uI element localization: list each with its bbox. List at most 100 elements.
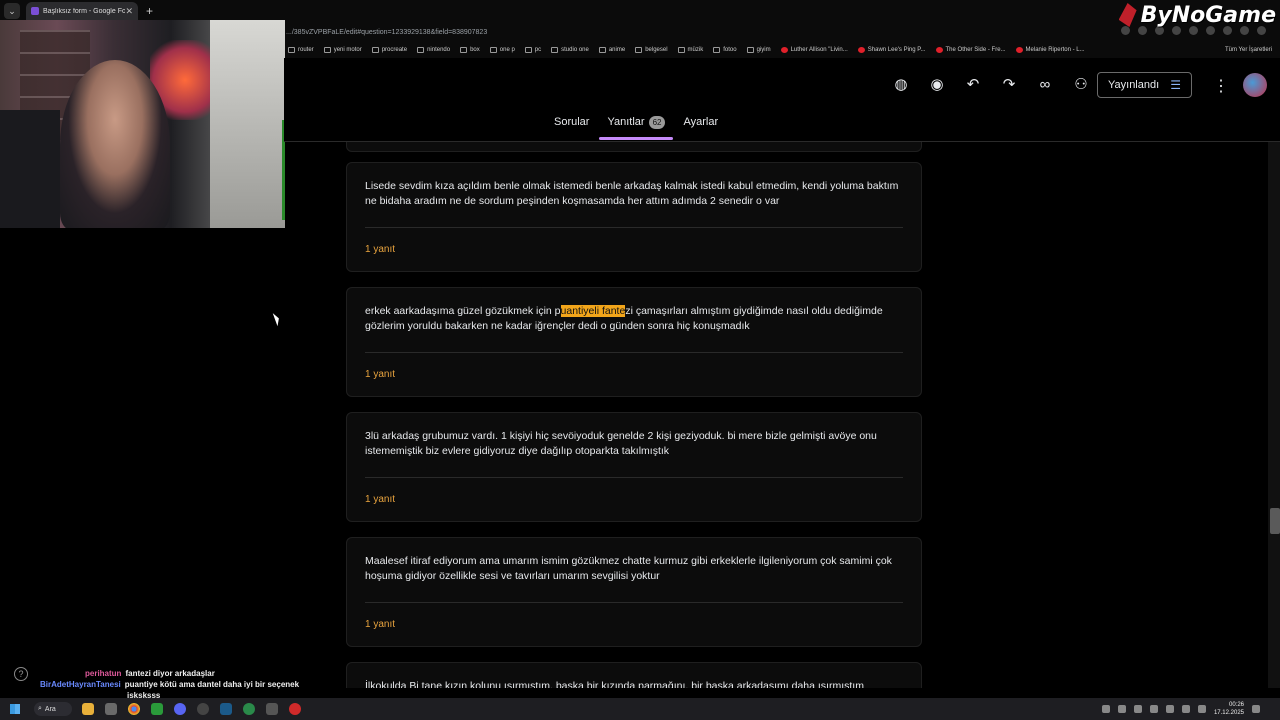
bookmark-item[interactable]: belgesel [635, 47, 668, 53]
bookmark-item[interactable]: fotoo [713, 47, 737, 53]
battery-icon[interactable] [1197, 705, 1206, 713]
webcam-overlay [0, 20, 285, 228]
folder-icon [635, 47, 643, 53]
bookmark-item[interactable]: yeni motor [323, 47, 362, 53]
app-icon[interactable] [197, 703, 209, 715]
url-text[interactable]: .../385vZVPBFaLE/edit#question=123392913… [284, 29, 487, 36]
bookmark-item[interactable]: one p [489, 47, 515, 53]
windows-taskbar: ⌕ Ara 00:26 17.12.2025 [0, 698, 1280, 720]
tray-icon[interactable] [1133, 705, 1142, 713]
folder-icon [288, 47, 295, 53]
bookmark-label: belgesel [645, 47, 668, 53]
bookmark-item[interactable]: pc [524, 47, 541, 53]
bookmark-label: fotoo [723, 47, 737, 53]
tray-icon[interactable] [1117, 705, 1126, 713]
response-card: Maalesef itiraf ediyorum ama umarım ismi… [346, 537, 922, 647]
help-icon[interactable]: ? [14, 667, 28, 681]
notification-icon[interactable] [1252, 705, 1260, 713]
network-icon[interactable] [1165, 705, 1174, 713]
discord-icon[interactable] [174, 703, 186, 715]
folder-icon [371, 47, 379, 53]
clock[interactable]: 00:26 17.12.2025 [1214, 701, 1244, 717]
preview-eye-icon[interactable]: ◉ [928, 76, 946, 94]
folder-icon [677, 47, 685, 53]
windows-start-icon[interactable] [10, 704, 20, 714]
chat-text: fantezi diyor arkadaşlar [125, 669, 215, 678]
response-count[interactable]: 1 yanıt [347, 478, 921, 521]
tab-search-button[interactable]: ⌄ [4, 3, 20, 19]
undo-icon[interactable]: ↶ [964, 76, 982, 94]
bookmark-label: Melanie Riperton - L... [1025, 47, 1085, 53]
youtube-icon [857, 47, 865, 53]
tab-questions[interactable]: Sorular [554, 116, 589, 135]
bookmark-label: studio one [561, 47, 589, 53]
bookmark-label: router [298, 47, 314, 53]
palette-icon[interactable]: ◍ [892, 76, 910, 94]
bookmark-item[interactable]: giyim [746, 47, 771, 53]
bookmark-item[interactable]: box [460, 47, 480, 53]
response-count[interactable]: 1 yanıt [347, 228, 921, 271]
folder-icon [489, 47, 497, 53]
app-icon[interactable] [105, 703, 117, 715]
bookmark-item[interactable]: Shawn Lee's Ping P... [857, 47, 926, 53]
bookmark-label: nintendo [427, 47, 451, 53]
chat-username: perihatun [85, 669, 122, 678]
response-text: 3lü arkadaş grubumuz vardı. 1 kişiyi hiç… [365, 430, 877, 457]
file-explorer-icon[interactable] [82, 703, 94, 715]
avatar[interactable] [1243, 73, 1267, 97]
logo-text: ByNoGame [1140, 2, 1276, 28]
more-options-icon[interactable]: ⋮ [1213, 76, 1229, 96]
response-text: erkek aarkadaşıma güzel gözükmek için pu… [347, 288, 921, 352]
logo-mark-icon [1118, 3, 1137, 27]
scrollbar-thumb[interactable] [1270, 508, 1280, 534]
response-text: İlkokulda Bi tane kızın kolunu ısırmıştı… [365, 680, 864, 688]
xbox-icon[interactable] [151, 703, 163, 715]
obs-icon[interactable] [289, 703, 301, 715]
link-icon[interactable]: ∞ [1036, 76, 1054, 94]
bookmark-item[interactable]: nintendo [417, 47, 450, 53]
add-collaborator-icon[interactable]: ⚇ [1072, 76, 1090, 94]
responses-count-badge: 62 [648, 116, 666, 129]
chat-text: puantiye kötü ama dantel daha iyi bir se… [124, 680, 300, 689]
bookmark-item[interactable]: Melanie Riperton - L... [1015, 47, 1085, 53]
tab-settings[interactable]: Ayarlar [683, 116, 718, 135]
tray-arrow-icon[interactable] [1101, 705, 1110, 713]
taskbar-apps [82, 703, 301, 715]
bookmark-item[interactable]: anime [598, 47, 625, 53]
browser-tab[interactable]: Başlıksız form - Google Formlar ✕ [26, 2, 138, 20]
taskbar-search[interactable]: ⌕ Ara [34, 702, 72, 716]
bookmark-item[interactable]: The Other Side - Fre... [935, 47, 1006, 53]
folder-icon [713, 47, 721, 53]
header-actions: ◍ ◉ ↶ ↷ ∞ ⚇ [892, 76, 1090, 94]
whatsapp-icon[interactable] [243, 703, 255, 715]
response-count[interactable]: 1 yanıt [347, 353, 921, 396]
chat-message: BirAdetHayranTanesi puantiye kötü ama dan… [40, 679, 330, 690]
all-bookmarks[interactable]: Tüm Yer İşaretleri [1225, 47, 1272, 53]
bookmark-item[interactable]: müzik [677, 47, 703, 53]
stream-chat: perihatun fantezi diyor arkadaşlar BirAde… [40, 668, 330, 701]
bookmarks-bar: router yeni motor procreate nintendo box one … [284, 42, 1280, 58]
response-count[interactable]: 1 yanıt [347, 603, 921, 646]
page-scrollbar[interactable] [1268, 142, 1280, 688]
tab-close-icon[interactable]: ✕ [125, 6, 133, 17]
new-tab-button[interactable]: + [146, 4, 153, 18]
app-icon[interactable] [266, 703, 278, 715]
bookmark-item[interactable]: studio one [551, 47, 589, 53]
steam-icon[interactable] [220, 703, 232, 715]
chrome-icon[interactable] [128, 703, 140, 715]
redo-icon[interactable]: ↷ [1000, 76, 1018, 94]
response-text: Lisede sevdim kıza açıldım benle olmak i… [365, 180, 899, 207]
bookmark-item[interactable]: Luther Allison "Livin... [780, 47, 848, 53]
response-card: erkek aarkadaşıma güzel gözükmek için pu… [346, 287, 922, 397]
folder-icon [417, 47, 425, 53]
bookmark-item[interactable]: procreate [371, 47, 407, 53]
response-text: Maalesef itiraf ediyorum ama umarım ismi… [365, 555, 892, 582]
bookmark-label: Luther Allison "Livin... [790, 47, 848, 53]
bookmark-label: The Other Side - Fre... [945, 47, 1006, 53]
bookmark-item[interactable]: router [288, 47, 314, 53]
form-header: ◍ ◉ ↶ ↷ ∞ ⚇ Yayınlandı ☰ ⋮ Sorular Yanıt… [284, 58, 1280, 142]
volume-icon[interactable] [1181, 705, 1190, 713]
published-button[interactable]: Yayınlandı ☰ [1097, 72, 1192, 98]
tab-responses[interactable]: Yanıtlar 62 [599, 116, 674, 140]
microphone-icon[interactable] [1149, 705, 1158, 713]
